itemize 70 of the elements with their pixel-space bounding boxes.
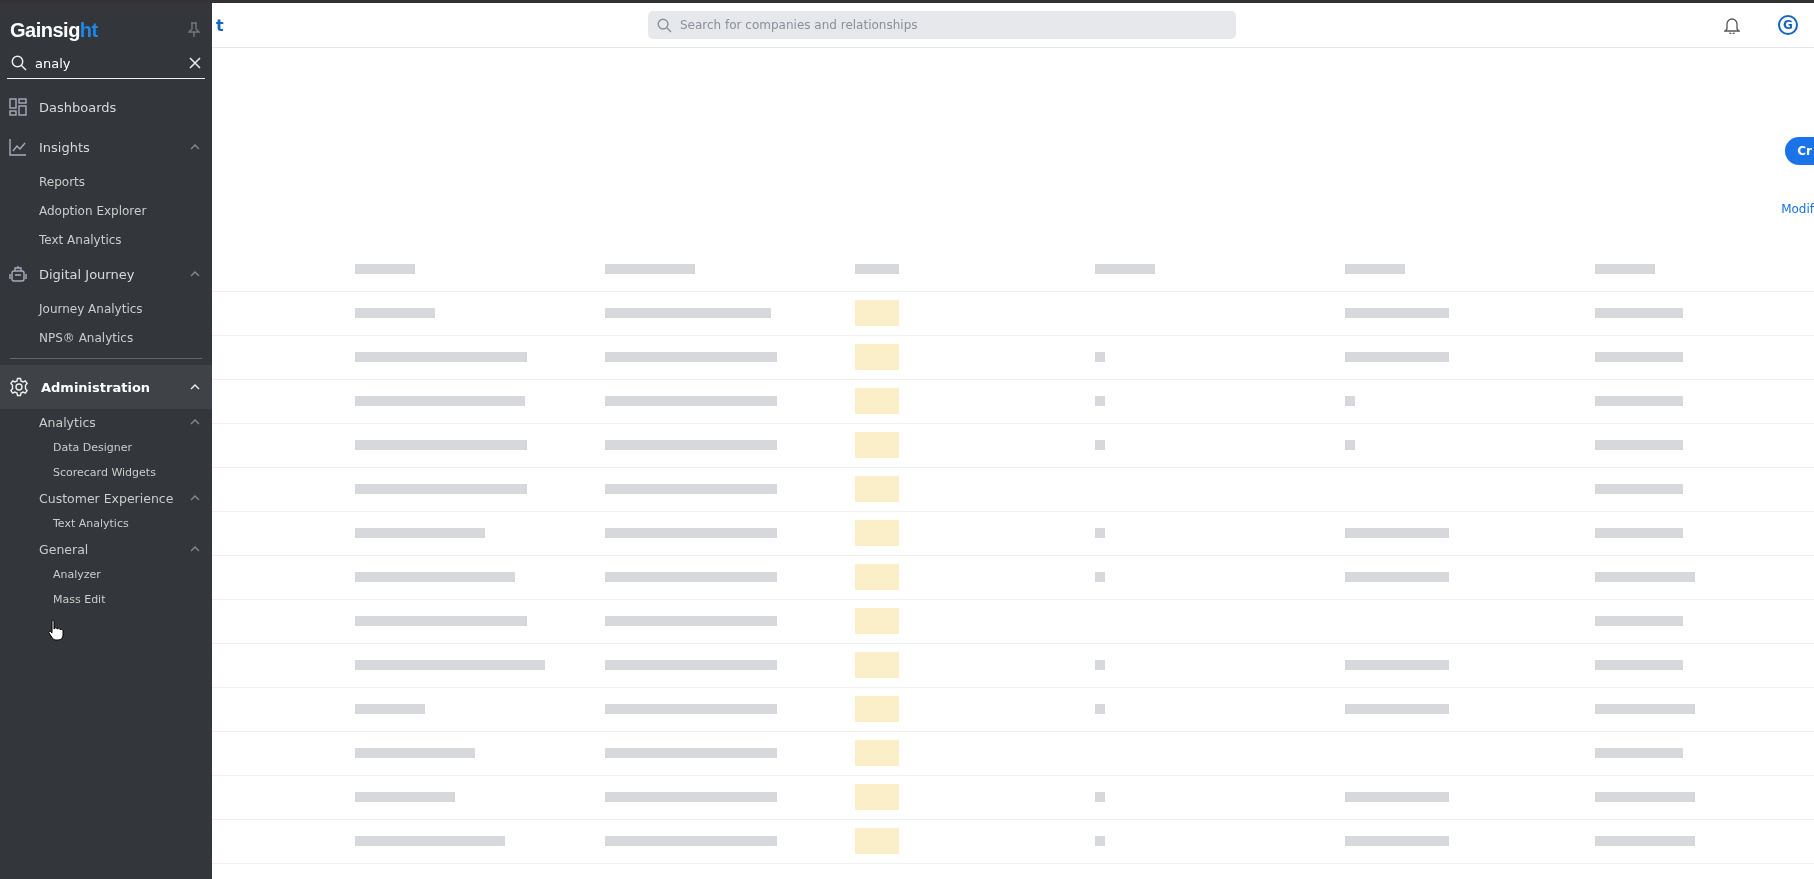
blurred-text <box>1095 792 1105 802</box>
blurred-text <box>1345 440 1355 450</box>
close-icon[interactable] <box>189 57 201 69</box>
blurred-text <box>355 264 415 274</box>
nav-group[interactable]: Analytics <box>0 409 212 435</box>
blurred-text <box>855 264 899 274</box>
blurred-text <box>1095 440 1105 450</box>
blurred-text <box>855 740 899 766</box>
dashboard-icon <box>9 98 27 116</box>
chevron-icon[interactable] <box>190 419 200 425</box>
blurred-text <box>855 696 899 722</box>
nav-subitem[interactable]: Analyzer <box>0 562 212 587</box>
blurred-text <box>1095 396 1105 406</box>
nav-subitem[interactable]: Adoption Explorer <box>0 196 212 225</box>
blurred-text <box>855 520 899 546</box>
menu-search-field[interactable]: analy <box>35 55 181 71</box>
bell-icon[interactable] <box>1724 16 1740 34</box>
blurred-text <box>855 388 899 414</box>
modify-link[interactable]: Modif <box>1781 202 1814 216</box>
blurred-text <box>1345 264 1405 274</box>
nav-subitem[interactable]: Scorecard Widgets <box>0 460 212 485</box>
blurred-text <box>855 828 899 854</box>
robot-icon <box>9 265 27 283</box>
blurred-text <box>1095 704 1105 714</box>
chevron-icon[interactable] <box>190 546 200 552</box>
blurred-text <box>1095 836 1105 846</box>
nav-group[interactable]: Customer Experience <box>0 485 212 511</box>
nav-group[interactable]: General <box>0 536 212 562</box>
nav-subitem[interactable]: Mass Edit <box>0 587 212 612</box>
blurred-text <box>1095 528 1105 538</box>
blurred-text <box>355 704 425 714</box>
blurred-text <box>1595 264 1655 274</box>
search-icon <box>11 55 27 71</box>
pin-icon[interactable] <box>188 22 200 38</box>
blurred-text <box>855 344 899 370</box>
line-chart-icon <box>9 138 27 156</box>
global-search-field[interactable]: Search for companies and relationships <box>648 11 1236 39</box>
blurred-text <box>1095 264 1155 274</box>
nav-subitem[interactable]: Data Designer <box>0 435 212 460</box>
gainsight-logo: Gainsight <box>10 18 98 42</box>
blurred-text <box>855 476 899 502</box>
blurred-text <box>855 784 899 810</box>
chevron-icon[interactable] <box>190 495 200 501</box>
nav-subitem[interactable]: NPS® Analytics <box>0 323 212 352</box>
blurred-text <box>855 608 899 634</box>
blurred-text <box>855 432 899 458</box>
nav-item[interactable]: Dashboards <box>0 87 212 127</box>
blurred-text <box>1345 396 1355 406</box>
blurred-text <box>1095 352 1105 362</box>
blurred-text <box>1095 572 1105 582</box>
blurred-text <box>855 652 899 678</box>
nav-item[interactable]: Digital Journey <box>0 254 212 294</box>
nav-item[interactable]: Insights <box>0 127 212 167</box>
blurred-text <box>855 564 899 590</box>
settings-icon <box>9 377 29 397</box>
search-icon <box>657 17 672 33</box>
nav-subitem[interactable]: Text Analytics <box>0 225 212 254</box>
create-button[interactable]: Cr <box>1785 137 1814 165</box>
hand-cursor-icon <box>48 619 64 641</box>
nav-subitem[interactable]: Text Analytics <box>0 511 212 536</box>
blurred-text <box>1095 660 1105 670</box>
nav-subitem[interactable]: Journey Analytics <box>0 294 212 323</box>
user-avatar[interactable]: G <box>1778 15 1798 35</box>
page-title: t <box>216 15 225 35</box>
search-input[interactable]: Search for companies and relationships <box>678 17 1227 33</box>
chevron-icon[interactable] <box>190 144 200 150</box>
chevron-icon[interactable] <box>190 271 200 277</box>
nav-item[interactable]: Administration <box>0 365 212 409</box>
blurred-text <box>855 300 899 326</box>
nav-subitem[interactable]: Reports <box>0 167 212 196</box>
